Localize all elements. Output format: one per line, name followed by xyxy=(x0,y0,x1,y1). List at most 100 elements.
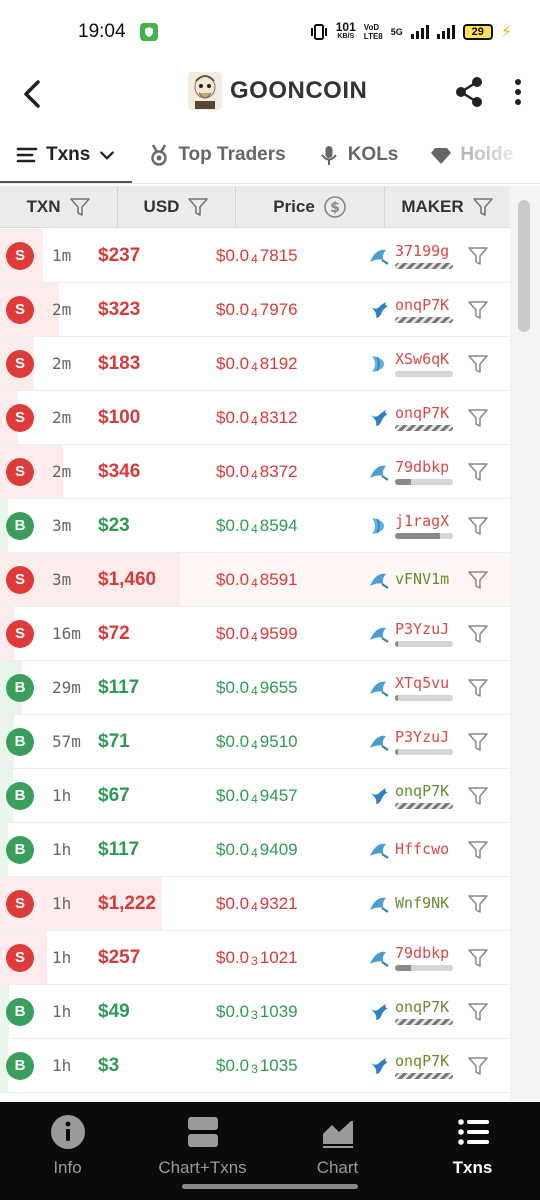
maker-cell[interactable]: onqP7K xyxy=(395,1052,457,1079)
maker-cell[interactable]: vFNV1m xyxy=(395,571,457,588)
filter-icon[interactable] xyxy=(467,786,489,806)
table-row[interactable]: S 2m $323 $0.0 4 7976 onqP7K xyxy=(0,283,510,337)
maker-address[interactable]: j1ragX xyxy=(395,512,457,530)
column-usd[interactable]: USD xyxy=(118,186,236,228)
table-row[interactable]: S 3m $1,460 $0.0 4 8591 vFNV1m xyxy=(0,553,510,607)
table-row[interactable]: S 1m $237 $0.0 4 7815 37199g xyxy=(0,229,510,283)
maker-cell[interactable]: Hffcwo xyxy=(395,841,457,858)
txn-price: $0.0 3 1021 xyxy=(216,947,298,968)
table-row[interactable]: S 16m $72 $0.0 4 9599 P3YzuJ xyxy=(0,607,510,661)
maker-cell[interactable]: onqP7K xyxy=(395,782,457,809)
filter-icon[interactable] xyxy=(467,948,489,968)
maker-cell[interactable]: 37199g xyxy=(395,242,457,269)
maker-address[interactable]: P3YzuJ xyxy=(395,620,457,638)
txn-usd: $1,222 xyxy=(98,892,157,914)
network-type: 5G xyxy=(390,27,403,37)
tab-top-traders[interactable]: Top Traders xyxy=(132,126,301,183)
table-row[interactable]: S 2m $183 $0.0 4 8192 XSw6qK xyxy=(0,337,510,391)
maker-address[interactable]: onqP7K xyxy=(395,782,457,800)
maker-cell[interactable]: P3YzuJ xyxy=(395,728,457,755)
filter-icon[interactable] xyxy=(467,678,489,698)
maker-address[interactable]: XSw6qK xyxy=(395,350,457,368)
table-row[interactable]: B 57m $71 $0.0 4 9510 P3YzuJ xyxy=(0,715,510,769)
maker-cell[interactable]: XSw6qK xyxy=(395,350,457,377)
table-row[interactable]: B 1h $117 $0.0 4 9409 Hffcwo xyxy=(0,823,510,877)
filter-icon[interactable] xyxy=(467,516,489,536)
maker-cell[interactable]: j1ragX xyxy=(395,512,457,539)
filter-icon[interactable] xyxy=(467,624,489,644)
back-button[interactable] xyxy=(18,76,48,112)
filter-icon[interactable] xyxy=(187,197,209,217)
tab-txns[interactable]: Txns xyxy=(0,126,133,183)
filter-icon[interactable] xyxy=(467,840,489,860)
column-price[interactable]: Price $ xyxy=(236,186,385,228)
maker-address[interactable]: Wnf9NK xyxy=(395,895,457,912)
maker-address[interactable]: onqP7K xyxy=(395,998,457,1016)
scrollbar-track[interactable] xyxy=(510,186,540,1102)
maker-holding-bar xyxy=(395,532,453,539)
token-name: GOONCOIN xyxy=(230,77,368,104)
scrollbar-thumb[interactable] xyxy=(518,200,530,332)
column-maker[interactable]: MAKER xyxy=(385,186,510,228)
table-row[interactable]: B 1h $3 $0.0 3 1035 onqP7K xyxy=(0,1039,510,1093)
table-row[interactable]: B 29m $117 $0.0 4 9655 XTq5vu xyxy=(0,661,510,715)
maker-cell[interactable]: P3YzuJ xyxy=(395,620,457,647)
filter-icon[interactable] xyxy=(467,1056,489,1076)
filter-icon[interactable] xyxy=(467,732,489,752)
maker-cell[interactable]: 79dbkp xyxy=(395,944,457,971)
filter-icon[interactable] xyxy=(467,246,489,266)
maker-cell[interactable]: onqP7K xyxy=(395,296,457,323)
more-options-button[interactable] xyxy=(508,76,528,108)
table-row[interactable]: S 2m $100 $0.0 4 8312 onqP7K xyxy=(0,391,510,445)
filter-icon[interactable] xyxy=(467,408,489,428)
shrimp-icon xyxy=(368,516,390,536)
maker-address[interactable]: Hffcwo xyxy=(395,841,457,858)
table-row[interactable]: B 1h $49 $0.0 3 1039 onqP7K xyxy=(0,985,510,1039)
maker-address[interactable]: XTq5vu xyxy=(395,674,457,692)
txn-price: $0.0 4 8372 xyxy=(216,461,298,482)
filter-icon[interactable] xyxy=(467,570,489,590)
maker-address[interactable]: onqP7K xyxy=(395,296,457,314)
txn-usd: $72 xyxy=(98,622,130,644)
filter-icon[interactable] xyxy=(467,894,489,914)
shark-icon xyxy=(368,948,390,968)
filter-icon[interactable] xyxy=(467,354,489,374)
token-title: GOONCOIN xyxy=(188,72,367,110)
filter-icon[interactable] xyxy=(472,197,494,217)
maker-address[interactable]: 79dbkp xyxy=(395,458,457,476)
maker-address[interactable]: 79dbkp xyxy=(395,944,457,962)
nav-txns[interactable]: Txns xyxy=(405,1102,540,1200)
txn-price: $0.0 4 9321 xyxy=(216,893,298,914)
maker-cell[interactable]: XTq5vu xyxy=(395,674,457,701)
maker-address[interactable]: onqP7K xyxy=(395,1052,457,1070)
maker-address[interactable]: vFNV1m xyxy=(395,571,457,588)
maker-cell[interactable]: 79dbkp xyxy=(395,458,457,485)
maker-cell[interactable]: onqP7K xyxy=(395,998,457,1025)
home-indicator[interactable] xyxy=(182,1184,358,1189)
maker-holding-bar xyxy=(395,748,453,755)
maker-cell[interactable]: Wnf9NK xyxy=(395,895,457,912)
table-row[interactable]: S 2m $346 $0.0 4 8372 79dbkp xyxy=(0,445,510,499)
txn-price: $0.0 4 9655 xyxy=(216,677,298,698)
table-row[interactable]: S 1h $257 $0.0 3 1021 79dbkp xyxy=(0,931,510,985)
table-row[interactable]: B 1h $67 $0.0 4 9457 onqP7K xyxy=(0,769,510,823)
txn-age: 2m xyxy=(52,354,72,373)
maker-address[interactable]: 37199g xyxy=(395,242,457,260)
tab-kols[interactable]: KOLs xyxy=(302,126,415,183)
filter-icon[interactable] xyxy=(69,197,91,217)
table-row[interactable]: B 3m $23 $0.0 4 8594 j1ragX xyxy=(0,499,510,553)
shark-icon xyxy=(368,678,390,698)
table-row[interactable]: S 1h $1,222 $0.0 4 9321 Wnf9NK xyxy=(0,877,510,931)
column-txn[interactable]: TXN xyxy=(0,186,118,228)
maker-cell[interactable]: onqP7K xyxy=(395,404,457,431)
dollar-circle-icon[interactable]: $ xyxy=(323,195,347,219)
filter-icon[interactable] xyxy=(467,462,489,482)
txn-usd: $3 xyxy=(98,1054,120,1076)
maker-address[interactable]: P3YzuJ xyxy=(395,728,457,746)
filter-icon[interactable] xyxy=(467,1002,489,1022)
nav-info[interactable]: Info xyxy=(0,1102,135,1200)
share-button[interactable] xyxy=(454,76,484,108)
maker-address[interactable]: onqP7K xyxy=(395,404,457,422)
info-icon xyxy=(50,1115,85,1149)
filter-icon[interactable] xyxy=(467,300,489,320)
